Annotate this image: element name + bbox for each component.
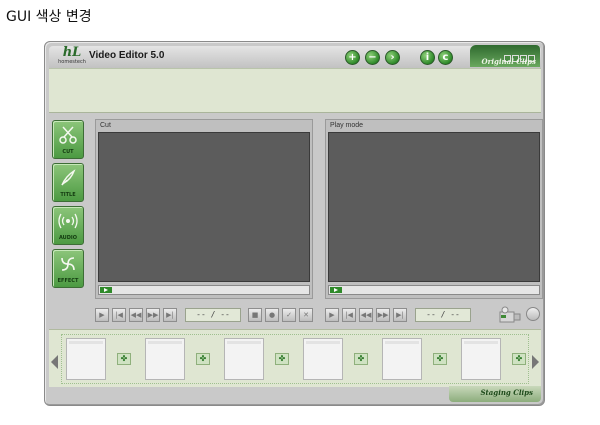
cut-play-button[interactable]: ▶ [95, 308, 109, 322]
play-skip-end-button[interactable]: ▶| [393, 308, 407, 322]
play-icon: ▶ [329, 311, 335, 319]
swirl-icon [61, 257, 75, 271]
record-icon: ● [268, 311, 276, 319]
cut-rewind-button[interactable]: ◀◀ [129, 308, 143, 322]
app-logo: hL homestech [57, 45, 87, 67]
skip-end-icon: ▶| [166, 311, 174, 319]
audio-wave-icon [58, 213, 78, 229]
original-clips-label: Original Clips [481, 57, 536, 66]
cut-skip-end-button[interactable]: ▶| [163, 308, 177, 322]
app-title: Video Editor 5.0 [89, 50, 165, 61]
info-icon: i [425, 52, 430, 63]
staging-clips-area: ✤ ✤ ✤ ✤ ✤ ✤ [49, 329, 541, 387]
play-preview-screen[interactable] [328, 132, 540, 282]
cut-tool-button[interactable]: CUT [52, 120, 84, 159]
cut-skip-start-button[interactable]: |◀ [112, 308, 126, 322]
forward-icon: ▶▶ [377, 311, 389, 319]
stop-button[interactable]: ■ [248, 308, 262, 322]
effect-tool-label: EFFECT [57, 278, 79, 284]
video-editor-window: hL homestech Video Editor 5.0 + − › i c … [44, 41, 545, 406]
settings-icon: c [442, 52, 449, 63]
confirm-button[interactable]: ✓ [282, 308, 296, 322]
quill-icon [61, 169, 76, 186]
remove-button[interactable]: − [365, 50, 380, 65]
cut-progress-bar[interactable] [98, 285, 310, 295]
transition-icon[interactable]: ✤ [354, 353, 368, 365]
rewind-icon: ◀◀ [360, 311, 372, 319]
play-icon: ▶ [99, 311, 105, 319]
audio-tool-button[interactable]: AUDIO [52, 206, 84, 245]
next-button[interactable]: › [385, 50, 400, 65]
play-mode-panel: Play mode [325, 119, 543, 299]
add-icon: + [348, 52, 357, 63]
stop-icon: ■ [251, 311, 259, 319]
staging-frame[interactable] [224, 338, 264, 380]
rewind-icon: ◀◀ [130, 311, 142, 319]
play-icon[interactable] [330, 287, 342, 293]
title-tool-label: TITLE [60, 192, 76, 198]
cut-forward-button[interactable]: ▶▶ [146, 308, 160, 322]
cut-time-display: -- / -- [185, 308, 241, 322]
staging-frame[interactable] [461, 338, 501, 380]
skip-end-icon: ▶| [396, 311, 404, 319]
cut-tool-label: CUT [62, 149, 74, 155]
play-progress-bar[interactable] [328, 285, 540, 295]
skip-start-icon: |◀ [115, 311, 123, 319]
skip-start-icon: |◀ [345, 311, 353, 319]
settings-button[interactable]: c [438, 50, 453, 65]
title-bar: hL homestech Video Editor 5.0 + − › i c [49, 46, 541, 68]
play-icon[interactable] [100, 287, 112, 293]
play-play-button[interactable]: ▶ [325, 308, 339, 322]
original-clips-tab[interactable]: Original Clips [470, 45, 540, 67]
play-forward-button[interactable]: ▶▶ [376, 308, 390, 322]
transition-icon[interactable]: ✤ [433, 353, 447, 365]
transition-icon[interactable]: ✤ [196, 353, 210, 365]
info-button[interactable]: i [420, 50, 435, 65]
add-button[interactable]: + [345, 50, 360, 65]
staging-clips-label: Staging Clips [480, 388, 533, 397]
staging-frame[interactable] [145, 338, 185, 380]
scroll-left-icon[interactable] [51, 355, 58, 369]
transition-icon[interactable]: ✤ [512, 353, 526, 365]
close-icon: ✕ [303, 311, 309, 319]
scissors-icon [59, 126, 77, 144]
record-button[interactable]: ● [265, 308, 279, 322]
transition-icon[interactable]: ✤ [117, 353, 131, 365]
power-icon[interactable] [526, 307, 540, 321]
title-tool-button[interactable]: TITLE [52, 163, 84, 202]
check-icon: ✓ [286, 311, 292, 319]
play-time-display: -- / -- [415, 308, 471, 322]
logo-text: homestech [58, 59, 86, 65]
scroll-right-icon[interactable] [532, 355, 539, 369]
staging-border [61, 334, 529, 384]
play-skip-start-button[interactable]: |◀ [342, 308, 356, 322]
original-clips-area[interactable] [49, 68, 541, 113]
staging-clips-tab[interactable]: Staging Clips [449, 386, 541, 402]
play-panel-title: Play mode [330, 122, 364, 129]
staging-frame[interactable] [66, 338, 106, 380]
camera-icon[interactable] [498, 306, 522, 324]
effect-tool-button[interactable]: EFFECT [52, 249, 84, 288]
page-heading: GUI 색상 변경 [6, 9, 92, 25]
cut-panel-title: Cut [100, 122, 111, 129]
next-icon: › [390, 52, 395, 63]
forward-icon: ▶▶ [147, 311, 159, 319]
logo-mark: hL [62, 45, 82, 60]
remove-icon: − [368, 52, 377, 63]
audio-tool-label: AUDIO [58, 235, 78, 241]
cut-preview-screen[interactable] [98, 132, 310, 282]
transition-icon[interactable]: ✤ [275, 353, 289, 365]
cancel-button[interactable]: ✕ [299, 308, 313, 322]
play-rewind-button[interactable]: ◀◀ [359, 308, 373, 322]
staging-frame[interactable] [303, 338, 343, 380]
staging-frame[interactable] [382, 338, 422, 380]
cut-panel: Cut [95, 119, 313, 299]
